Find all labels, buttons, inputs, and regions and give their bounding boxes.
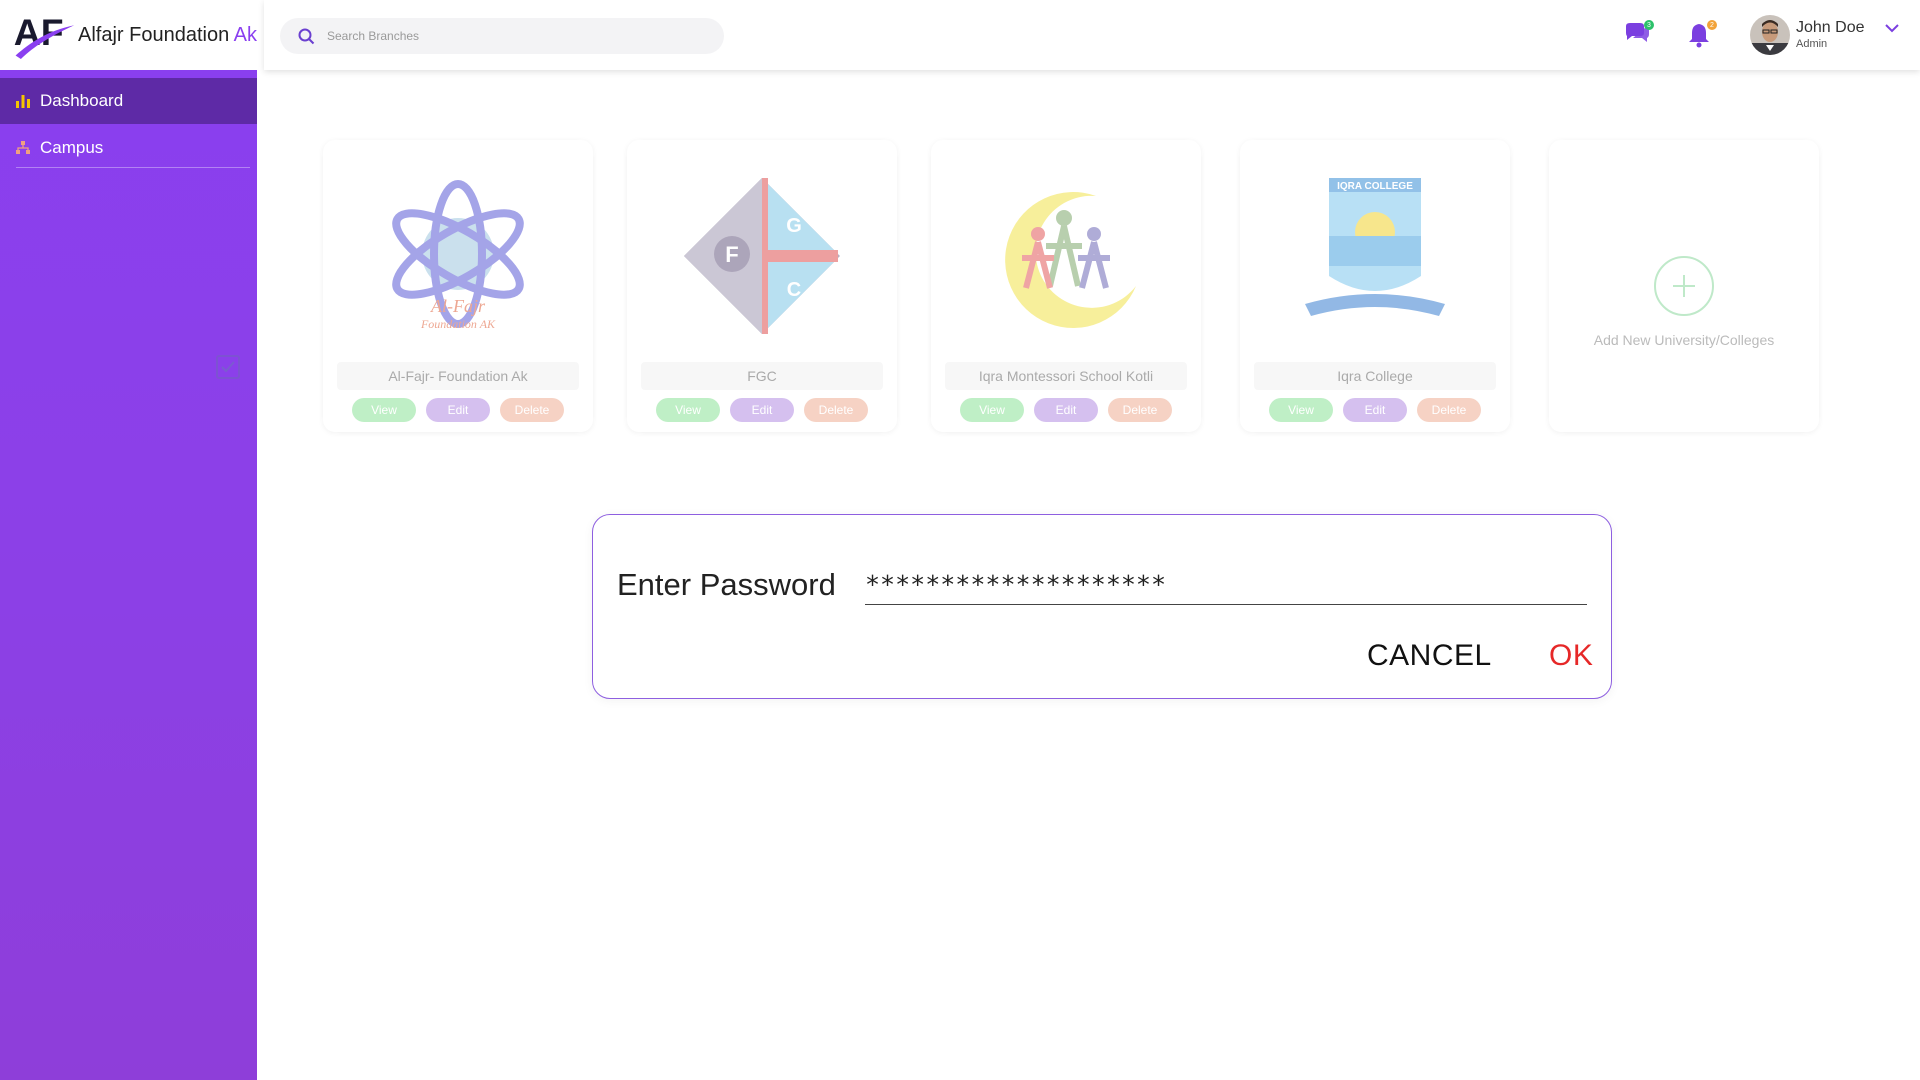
svg-text:G: G (786, 215, 802, 237)
card-actions: View Edit Delete (1240, 398, 1510, 422)
notifications-button[interactable]: 2 (1687, 20, 1717, 50)
messages-badge: 3 (1644, 20, 1654, 30)
svg-text:IQRA COLLEGE: IQRA COLLEGE (1337, 181, 1413, 192)
user-menu[interactable]: John Doe Admin (1750, 14, 1899, 56)
view-button[interactable]: View (960, 398, 1024, 422)
search-bar[interactable] (280, 18, 724, 54)
card-actions: View Edit Delete (931, 398, 1201, 422)
svg-text:F: F (725, 242, 738, 267)
add-button[interactable] (1654, 256, 1714, 316)
card-title: Iqra College (1254, 362, 1496, 390)
sidebar-item-label: Dashboard (40, 91, 124, 110)
card-actions: View Edit Delete (627, 398, 897, 422)
edit-button[interactable]: Edit (426, 398, 490, 422)
delete-button[interactable]: Delete (1108, 398, 1172, 422)
chevron-down-icon[interactable] (1884, 23, 1899, 33)
search-icon (298, 28, 315, 44)
password-dialog: Enter Password CANCEL OK (592, 514, 1612, 699)
branch-card: F G C FGC View Edit Delete (627, 140, 897, 432)
bar-chart-icon (14, 92, 32, 110)
delete-button[interactable]: Delete (1417, 398, 1481, 422)
notifications-badge: 2 (1707, 20, 1717, 30)
sidebar-item-dashboard[interactable]: Dashboard (0, 78, 257, 124)
edit-button[interactable]: Edit (1343, 398, 1407, 422)
view-button[interactable]: View (1269, 398, 1333, 422)
svg-text:C: C (787, 279, 801, 301)
checkbox[interactable] (216, 355, 240, 379)
user-name: John Doe (1796, 19, 1865, 36)
sidebar-item-campus[interactable]: Campus (0, 128, 257, 168)
dialog-label: Enter Password (617, 567, 836, 602)
view-button[interactable]: View (352, 398, 416, 422)
card-title: FGC (641, 362, 883, 390)
iqra-college-logo-icon: IQRA COLLEGE (1305, 178, 1445, 316)
top-header: 3 2 John Doe Admin (264, 0, 1920, 70)
delete-button[interactable]: Delete (804, 398, 868, 422)
view-button[interactable]: View (656, 398, 720, 422)
branch-card: Iqra Montessori School Kotli View Edit D… (931, 140, 1201, 432)
card-actions: View Edit Delete (323, 398, 593, 422)
svg-text:Foundation AK: Foundation AK (420, 317, 496, 331)
edit-button[interactable]: Edit (730, 398, 794, 422)
sidebar-item-label: Campus (40, 138, 104, 157)
brand-logo-icon: AF (14, 11, 75, 59)
montessori-logo-icon (1005, 192, 1136, 329)
atom-logo-icon: Al-Fajr Foundation AK (392, 180, 524, 331)
add-card-label: Add New University/Colleges (1593, 332, 1775, 348)
divider (16, 167, 250, 168)
delete-button[interactable]: Delete (500, 398, 564, 422)
avatar (1750, 15, 1790, 55)
sidebar: AF Alfajr Foundation Ak Dashboard Campus (0, 0, 257, 1080)
ok-button[interactable]: OK (1549, 639, 1593, 673)
svg-text:Al-Fajr: Al-Fajr (430, 296, 486, 316)
messages-button[interactable]: 3 (1624, 20, 1654, 50)
card-title: Iqra Montessori School Kotli (945, 362, 1187, 390)
cancel-button[interactable]: CANCEL (1367, 639, 1492, 673)
search-input[interactable] (327, 29, 707, 43)
sitemap-icon (14, 139, 32, 157)
add-university-card[interactable]: Add New University/Colleges (1549, 140, 1819, 432)
user-role: Admin (1796, 38, 1828, 50)
password-input[interactable] (865, 559, 1587, 605)
branch-card: Al-Fajr Foundation AK Al-Fajr- Foundatio… (323, 140, 593, 432)
brand-name: Alfajr Foundation Ak (78, 23, 257, 46)
branch-card: IQRA COLLEGE Iqra College View Edit Dele… (1240, 140, 1510, 432)
brand[interactable]: AF Alfajr Foundation Ak (0, 0, 257, 70)
fgc-logo-icon: F G C (684, 178, 840, 334)
check-icon (221, 361, 235, 373)
card-title: Al-Fajr- Foundation Ak (337, 362, 579, 390)
plus-icon (1673, 275, 1695, 297)
user-info: John Doe Admin (1796, 19, 1865, 51)
edit-button[interactable]: Edit (1034, 398, 1098, 422)
